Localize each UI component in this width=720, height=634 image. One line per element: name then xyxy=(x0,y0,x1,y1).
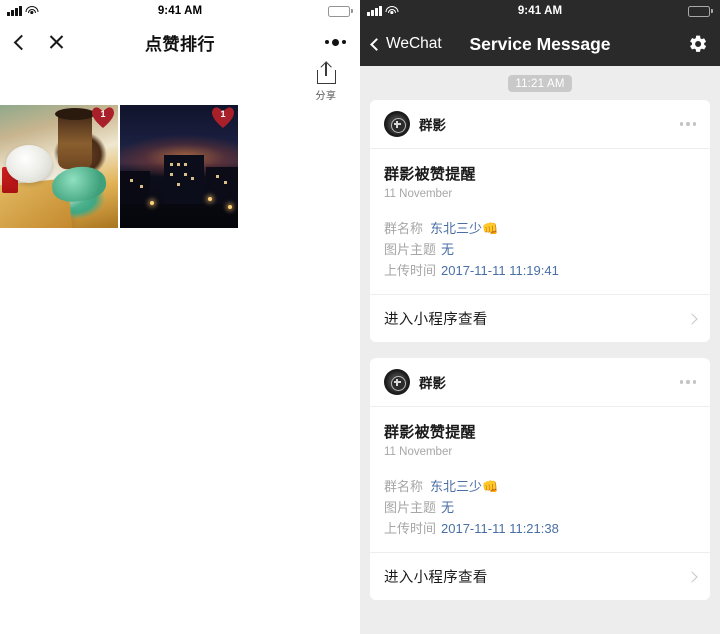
right-status-bar: 9:41 AM xyxy=(360,0,720,22)
left-status-time: 9:41 AM xyxy=(157,5,203,17)
back-button[interactable]: WeChat xyxy=(370,35,442,53)
photo-thumbnail-food[interactable]: 1 xyxy=(0,105,118,228)
gear-icon[interactable] xyxy=(688,34,708,54)
camera-lens-avatar-icon xyxy=(384,111,410,137)
detail-value: 东北三少 xyxy=(430,479,483,494)
dual-phone-screenshot: 9:41 AM 点赞排行 分享 1 1 9:41 AM WeChat Servi… xyxy=(0,0,720,634)
message-date: 11 November xyxy=(384,188,453,200)
detail-label: 群名称 xyxy=(384,479,424,494)
account-name: 群影 xyxy=(419,118,446,133)
message-date: 11 November xyxy=(384,446,453,458)
open-miniprogram-label: 进入小程序查看 xyxy=(384,570,488,586)
share-button[interactable]: 分享 xyxy=(306,61,346,102)
message-card-body: 群影被赞提醒 11 November 群名称 东北三少 👊 图片主题 无 上传时… xyxy=(370,149,710,294)
left-nav-bar: 点赞排行 xyxy=(0,22,360,62)
open-miniprogram-button[interactable]: 进入小程序查看 xyxy=(370,552,710,600)
left-panel-miniprogram: 9:41 AM 点赞排行 分享 1 1 xyxy=(0,0,360,634)
detail-value: 无 xyxy=(441,242,455,257)
camera-lens-avatar-icon xyxy=(384,369,410,395)
right-panel-wechat-service-message: 9:41 AM WeChat Service Message 11:21 AM … xyxy=(360,0,720,634)
message-card[interactable]: 群影 群影被赞提醒 11 November 群名称 东北三少 👊 图片主题 无 … xyxy=(370,100,710,342)
detail-row: 上传时间 2017-11-11 11:19:41 xyxy=(384,260,696,281)
right-status-time: 9:41 AM xyxy=(517,5,563,17)
detail-row: 图片主题 无 xyxy=(384,239,696,260)
message-card-header: 群影 xyxy=(370,100,710,149)
share-label: 分享 xyxy=(315,91,337,102)
detail-row: 群名称 东北三少 👊 xyxy=(384,218,696,239)
detail-row: 图片主题 无 xyxy=(384,497,696,518)
detail-value: 2017-11-11 11:19:41 xyxy=(441,263,559,278)
open-miniprogram-button[interactable]: 进入小程序查看 xyxy=(370,294,710,342)
message-detail-list: 群名称 东北三少 👊 图片主题 无 上传时间 2017-11-11 11:21:… xyxy=(384,476,696,539)
photo-thumbnail-night-city[interactable]: 1 xyxy=(120,105,238,228)
detail-label: 图片主题 xyxy=(384,500,437,515)
message-list[interactable]: 11:21 AM 群影 群影被赞提醒 11 November 群名称 东北三少 … xyxy=(360,66,720,634)
heart-badge-icon: 1 xyxy=(92,107,114,128)
back-label: WeChat xyxy=(386,35,442,52)
message-card[interactable]: 群影 群影被赞提醒 11 November 群名称 东北三少 👊 图片主题 无 … xyxy=(370,358,710,600)
photo-like-count: 1 xyxy=(100,109,106,119)
detail-label: 上传时间 xyxy=(384,263,437,278)
open-miniprogram-label: 进入小程序查看 xyxy=(384,312,488,328)
detail-value: 2017-11-11 11:21:38 xyxy=(441,521,559,536)
account-name: 群影 xyxy=(419,376,446,391)
right-nav-bar: WeChat Service Message xyxy=(360,22,720,66)
detail-value: 无 xyxy=(441,500,455,515)
chevron-right-icon xyxy=(686,312,698,325)
fist-emoji-icon: 👊 xyxy=(482,221,499,236)
detail-label: 上传时间 xyxy=(384,521,437,536)
photo-like-count: 1 xyxy=(220,109,226,119)
fist-emoji-icon: 👊 xyxy=(482,479,499,494)
message-title: 群影被赞提醒 xyxy=(384,424,476,441)
photo-grid: 1 1 xyxy=(0,105,238,228)
conversation-timestamp: 11:21 AM xyxy=(508,75,572,92)
back-chevron-icon xyxy=(370,37,383,51)
left-status-bar: 9:41 AM xyxy=(0,0,360,22)
message-card-body: 群影被赞提醒 11 November 群名称 东北三少 👊 图片主题 无 上传时… xyxy=(370,407,710,552)
conversation-timestamp-wrap: 11:21 AM xyxy=(370,66,710,100)
chevron-right-icon xyxy=(686,570,698,583)
share-upload-icon xyxy=(316,61,336,84)
more-dots-icon[interactable] xyxy=(679,380,696,384)
message-card-header: 群影 xyxy=(370,358,710,407)
message-detail-list: 群名称 东北三少 👊 图片主题 无 上传时间 2017-11-11 11:19:… xyxy=(384,218,696,281)
heart-badge-icon: 1 xyxy=(212,107,234,128)
detail-value: 东北三少 xyxy=(430,221,483,236)
page-title: 点赞排行 xyxy=(145,34,215,54)
more-dots-icon[interactable] xyxy=(679,122,696,126)
detail-row: 上传时间 2017-11-11 11:21:38 xyxy=(384,518,696,539)
message-title: 群影被赞提醒 xyxy=(384,166,476,183)
detail-label: 群名称 xyxy=(384,221,424,236)
detail-row: 群名称 东北三少 👊 xyxy=(384,476,696,497)
detail-label: 图片主题 xyxy=(384,242,437,257)
